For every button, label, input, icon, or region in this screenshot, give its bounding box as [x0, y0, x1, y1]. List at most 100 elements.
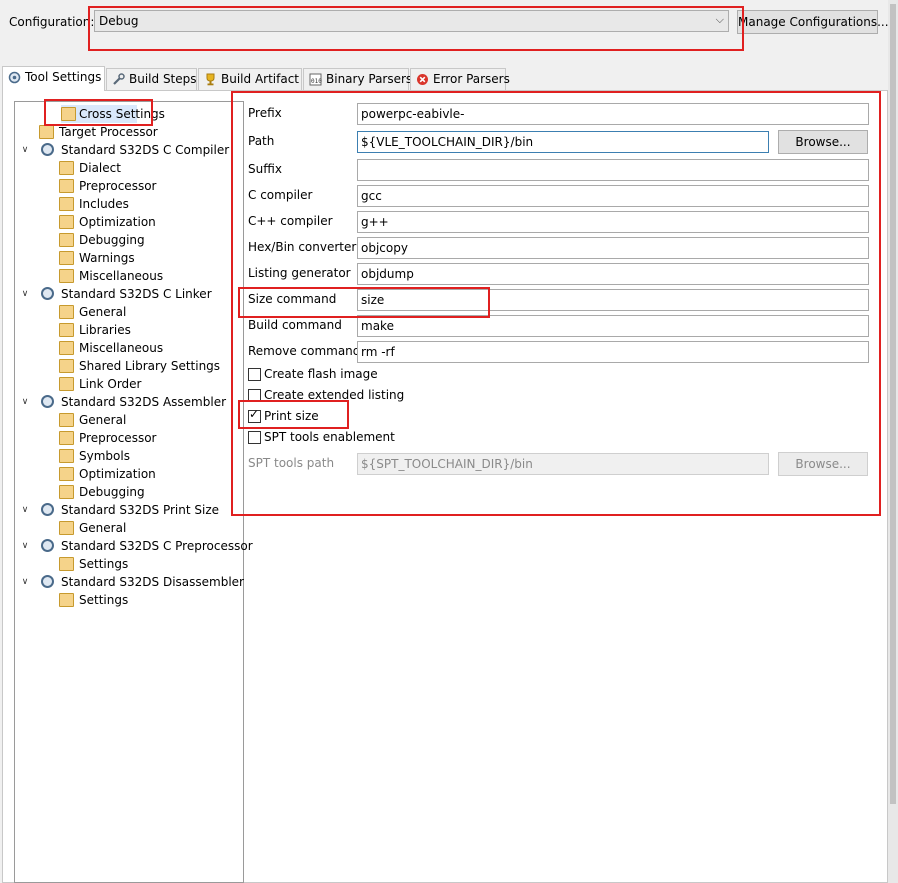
tree-item[interactable]: Symbols	[59, 447, 259, 465]
tab-label: Tool Settings	[25, 70, 102, 84]
trophy-icon	[206, 73, 215, 86]
tree-item[interactable]: ∨ Standard S32DS Disassembler	[19, 573, 244, 591]
tab-label: Build Steps	[129, 72, 197, 86]
tree-item[interactable]: Preprocessor	[59, 429, 259, 447]
vertical-scrollbar[interactable]	[888, 0, 898, 883]
print-size-checkbox[interactable]: ✓	[248, 408, 261, 423]
gear-icon	[8, 71, 21, 84]
chevron-down-icon[interactable]: ⌵	[716, 13, 724, 27]
build-command-field[interactable]: make	[357, 315, 869, 337]
tab-build-steps[interactable]: Build Steps	[106, 68, 197, 90]
binary-icon: 010	[309, 73, 322, 86]
configuration-combo[interactable]: Debug ⌵	[94, 10, 729, 32]
folder-icon	[59, 197, 74, 211]
folder-icon	[59, 377, 74, 391]
expand-chevron-icon[interactable]: ∨	[19, 501, 31, 519]
path-field[interactable]: ${VLE_TOOLCHAIN_DIR}/bin	[357, 131, 769, 153]
tree-item[interactable]: Optimization	[59, 213, 259, 231]
tab-label: Binary Parsers	[326, 72, 413, 86]
folder-icon	[59, 485, 74, 499]
tree-item-label: Standard S32DS C Preprocessor	[61, 539, 253, 553]
gear-icon	[41, 287, 54, 300]
folder-icon	[59, 269, 74, 283]
hexbin-converter-field[interactable]: objcopy	[357, 237, 869, 259]
tree-item-label: Includes	[79, 197, 129, 211]
size-command-field[interactable]: size	[357, 289, 869, 311]
create-flash-image-checkbox[interactable]	[248, 368, 261, 381]
prefix-field[interactable]: powerpc-eabivle-	[357, 103, 869, 125]
tree-item-label: Preprocessor	[79, 431, 157, 445]
tree-item[interactable]: Debugging	[59, 231, 259, 249]
tree-item[interactable]: Miscellaneous	[59, 267, 259, 285]
spt-tools-path-field: ${SPT_TOOLCHAIN_DIR}/bin	[357, 453, 769, 475]
tree-item-label: Optimization	[79, 215, 156, 229]
tree-item[interactable]: Warnings	[59, 249, 259, 267]
tree-item[interactable]: General	[59, 303, 259, 321]
tree-item[interactable]: Settings	[59, 555, 259, 573]
spt-tools-enablement-checkbox[interactable]	[248, 431, 261, 444]
create-extended-listing-checkbox[interactable]	[248, 389, 261, 402]
tree-item[interactable]: ∨ Standard S32DS Assembler	[19, 393, 226, 411]
folder-icon	[59, 179, 74, 193]
tab-binary-parsers[interactable]: 010 Binary Parsers	[303, 68, 413, 90]
tree-item-label: Debugging	[79, 485, 145, 499]
tree-item[interactable]: Dialect	[59, 159, 259, 177]
gear-icon	[41, 539, 54, 552]
tree-item[interactable]: General	[59, 519, 259, 537]
expand-chevron-icon[interactable]: ∨	[19, 285, 31, 303]
remove-command-field[interactable]: rm -rf	[357, 341, 869, 363]
tree-item[interactable]: Cross Settings	[61, 105, 165, 123]
manage-configurations-button[interactable]: Manage Configurations...	[737, 10, 889, 34]
tree-item[interactable]: ∨ Standard S32DS C Linker	[19, 285, 219, 303]
cpp-compiler-field[interactable]: g++	[357, 211, 869, 233]
tab-build-artifact[interactable]: Build Artifact	[198, 68, 302, 90]
tool-settings-tree[interactable]: Cross Settings Target Processor ∨ Standard …	[14, 101, 253, 883]
spt-tools-path-label: SPT tools path	[248, 456, 335, 470]
tab-tool-settings[interactable]: Tool Settings	[2, 66, 105, 91]
build-command-label: Build command	[248, 318, 342, 332]
expand-chevron-icon[interactable]: ∨	[19, 393, 31, 411]
folder-icon	[59, 305, 74, 319]
tree-item[interactable]: Preprocessor	[59, 177, 259, 195]
tree-item[interactable]: General	[59, 411, 259, 429]
path-browse-button[interactable]: Browse...	[778, 130, 868, 154]
hexbin-converter-label: Hex/Bin converter	[248, 240, 357, 254]
prefix-label: Prefix	[248, 106, 282, 120]
expand-chevron-icon[interactable]: ∨	[19, 141, 31, 159]
tree-item-label: Debugging	[79, 233, 145, 247]
gear-icon	[41, 395, 54, 408]
tree-item[interactable]: Miscellaneous	[59, 339, 259, 357]
tree-item-label: General	[79, 413, 127, 427]
expand-chevron-icon[interactable]: ∨	[19, 537, 31, 555]
tree-item-label: Libraries	[79, 323, 131, 337]
tree-item[interactable]: Libraries	[59, 321, 259, 339]
listing-generator-label: Listing generator	[248, 266, 351, 280]
folder-icon	[39, 125, 54, 139]
gear-icon	[41, 575, 54, 588]
c-compiler-field[interactable]: gcc	[357, 185, 869, 207]
tree-item[interactable]: Includes	[59, 195, 259, 213]
folder-icon	[59, 467, 74, 481]
suffix-field[interactable]	[357, 159, 869, 181]
tree-item[interactable]: Debugging	[59, 483, 259, 501]
tree-item[interactable]: Link Order	[59, 375, 259, 393]
tree-item[interactable]: Shared Library Settings	[59, 357, 259, 375]
folder-icon	[59, 557, 74, 571]
tree-item-label: Settings	[79, 557, 129, 571]
tree-item-label: Standard S32DS Disassembler	[61, 575, 244, 589]
folder-icon	[59, 215, 74, 229]
folder-icon	[59, 341, 74, 355]
print-size-label: Print size	[264, 409, 319, 423]
tab-error-parsers[interactable]: Error Parsers	[410, 68, 510, 90]
tree-item[interactable]: ∨ Standard S32DS C Preprocessor	[19, 537, 253, 555]
tree-item[interactable]: ∨ Standard S32DS Print Size	[19, 501, 219, 519]
tree-item[interactable]: ∨ Standard S32DS C Compiler	[19, 141, 229, 159]
listing-generator-field[interactable]: objdump	[357, 263, 869, 285]
tree-item[interactable]: Settings	[59, 591, 259, 609]
expand-chevron-icon[interactable]: ∨	[19, 573, 31, 591]
tree-item[interactable]: Target Processor	[39, 123, 239, 141]
tree-item-label: Cross Settings	[79, 107, 165, 121]
scrollbar-thumb[interactable]	[890, 4, 896, 804]
tree-item-label: Standard S32DS C Compiler	[61, 143, 230, 157]
tree-item[interactable]: Optimization	[59, 465, 259, 483]
